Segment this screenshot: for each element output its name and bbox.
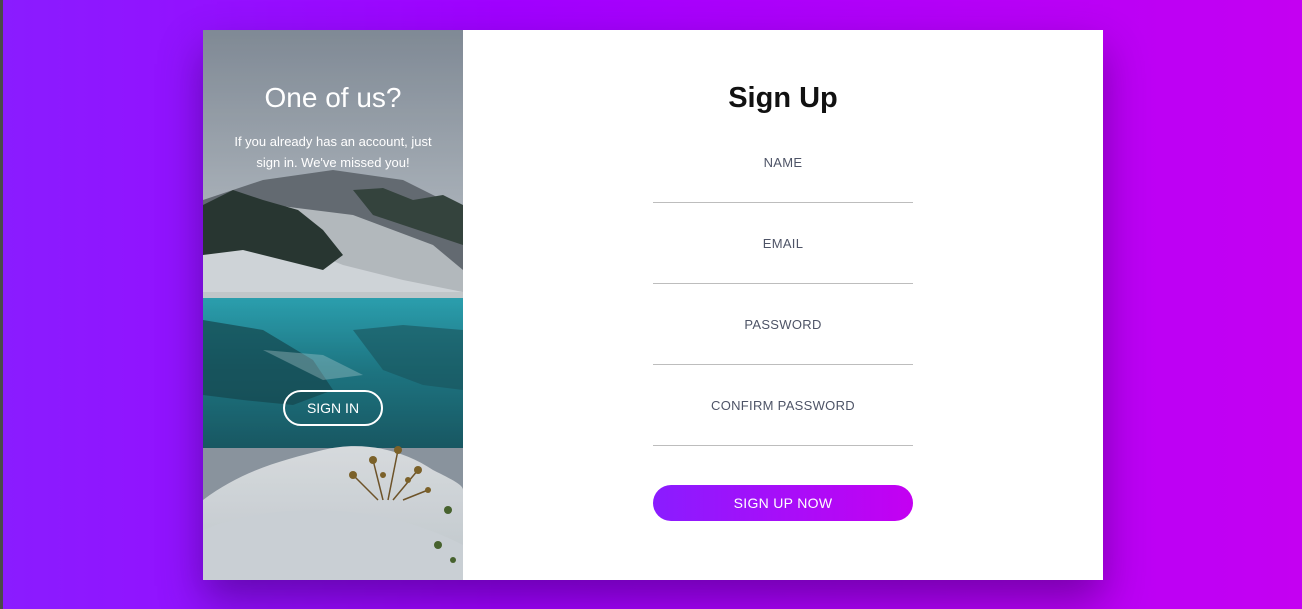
email-label: EMAIL [762, 236, 804, 251]
confirm-password-input[interactable] [653, 413, 913, 441]
form-title: Sign Up [728, 82, 838, 114]
name-field: NAME [653, 142, 913, 203]
password-input[interactable] [653, 332, 913, 360]
confirm-password-field: CONFIRM PASSWORD [653, 385, 913, 446]
password-field: PASSWORD [653, 304, 913, 365]
email-field: EMAIL [653, 223, 913, 284]
image-panel: One of us? If you already has an account… [203, 30, 463, 580]
name-label: NAME [763, 155, 803, 170]
panel-title: One of us? [264, 82, 402, 113]
password-label: PASSWORD [744, 317, 822, 332]
sign-up-now-button[interactable]: SIGN UP NOW [653, 485, 913, 521]
signup-form: Sign Up NAME EMAIL PASSWORD CONFIRM PASS… [463, 30, 1103, 580]
panel-description: If you already has an account, just sign… [234, 134, 432, 170]
signup-card: One of us? If you already has an account… [203, 30, 1103, 580]
confirm-password-label: CONFIRM PASSWORD [711, 398, 855, 413]
email-input[interactable] [653, 251, 913, 279]
name-input[interactable] [653, 170, 913, 198]
sign-in-button[interactable]: SIGN IN [283, 390, 383, 426]
window-edge [0, 0, 3, 609]
